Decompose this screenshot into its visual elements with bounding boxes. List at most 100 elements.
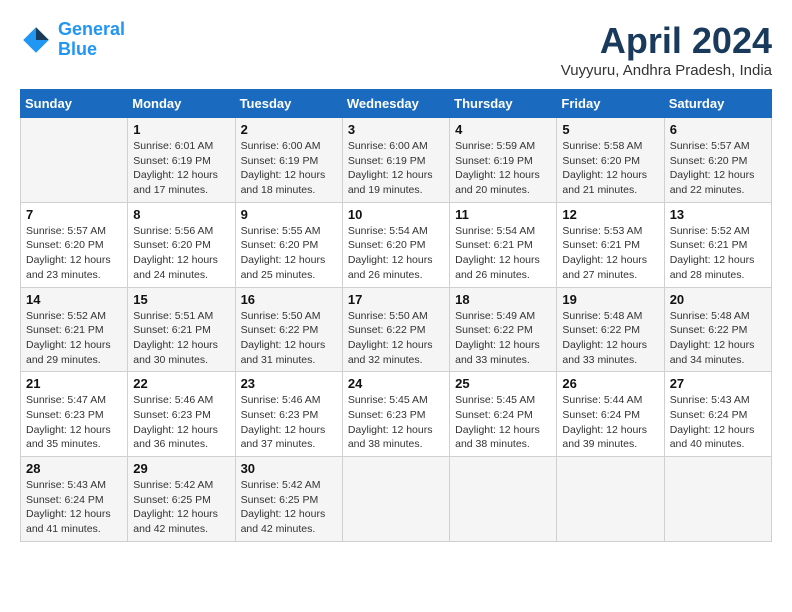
- day-number: 18: [455, 292, 551, 307]
- calendar-cell: 22Sunrise: 5:46 AMSunset: 6:23 PMDayligh…: [128, 372, 235, 457]
- day-info: Sunrise: 5:52 AMSunset: 6:21 PMDaylight:…: [26, 309, 122, 368]
- day-number: 14: [26, 292, 122, 307]
- day-number: 11: [455, 207, 551, 222]
- logo-icon: [20, 24, 52, 56]
- week-row-3: 14 Sunrise: 5:52 AMSunset: 6:21 PMDayligh…: [21, 287, 772, 372]
- day-info: Sunrise: 5:46 AMSunset: 6:23 PMDaylight:…: [241, 393, 337, 452]
- calendar-cell: 12 Sunrise: 5:53 AMSunset: 6:21 PMDayligh…: [557, 202, 664, 287]
- day-number: 7: [26, 207, 122, 222]
- day-info: Sunrise: 5:54 AMSunset: 6:20 PMDaylight:…: [348, 224, 444, 283]
- day-number: 8: [133, 207, 229, 222]
- calendar-cell: 19 Sunrise: 5:48 AMSunset: 6:22 PMDayligh…: [557, 287, 664, 372]
- day-info: Sunrise: 5:59 AMSunset: 6:19 PMDaylight:…: [455, 139, 551, 198]
- day-info: Sunrise: 5:45 AMSunset: 6:24 PMDaylight:…: [455, 393, 551, 452]
- week-row-5: 28Sunrise: 5:43 AMSunset: 6:24 PMDayligh…: [21, 457, 772, 542]
- day-number: 25: [455, 376, 551, 391]
- day-info: Sunrise: 6:00 AMSunset: 6:19 PMDaylight:…: [241, 139, 337, 198]
- day-number: 23: [241, 376, 337, 391]
- column-header-wednesday: Wednesday: [342, 90, 449, 118]
- day-info: Sunrise: 5:52 AMSunset: 6:21 PMDaylight:…: [670, 224, 766, 283]
- day-info: Sunrise: 5:43 AMSunset: 6:24 PMDaylight:…: [670, 393, 766, 452]
- calendar-cell: 1Sunrise: 6:01 AMSunset: 6:19 PMDaylight…: [128, 118, 235, 203]
- calendar-cell: 8 Sunrise: 5:56 AMSunset: 6:20 PMDaylight…: [128, 202, 235, 287]
- calendar-cell: 27 Sunrise: 5:43 AMSunset: 6:24 PMDayligh…: [664, 372, 771, 457]
- calendar-cell: 6Sunrise: 5:57 AMSunset: 6:20 PMDaylight…: [664, 118, 771, 203]
- day-number: 2: [241, 122, 337, 137]
- column-header-saturday: Saturday: [664, 90, 771, 118]
- day-number: 10: [348, 207, 444, 222]
- calendar-cell: 16 Sunrise: 5:50 AMSunset: 6:22 PMDayligh…: [235, 287, 342, 372]
- day-number: 13: [670, 207, 766, 222]
- day-number: 29: [133, 461, 229, 476]
- month-title: April 2024: [561, 20, 772, 62]
- day-info: Sunrise: 5:44 AMSunset: 6:24 PMDaylight:…: [562, 393, 658, 452]
- column-header-monday: Monday: [128, 90, 235, 118]
- calendar-cell: 2 Sunrise: 6:00 AMSunset: 6:19 PMDaylight…: [235, 118, 342, 203]
- calendar-cell: 3Sunrise: 6:00 AMSunset: 6:19 PMDaylight…: [342, 118, 449, 203]
- day-number: 26: [562, 376, 658, 391]
- location: Vuyyuru, Andhra Pradesh, India: [561, 62, 772, 79]
- calendar-cell: 14 Sunrise: 5:52 AMSunset: 6:21 PMDayligh…: [21, 287, 128, 372]
- column-header-friday: Friday: [557, 90, 664, 118]
- day-info: Sunrise: 5:58 AMSunset: 6:20 PMDaylight:…: [562, 139, 658, 198]
- calendar-cell: [557, 457, 664, 542]
- calendar-cell: 21Sunrise: 5:47 AMSunset: 6:23 PMDayligh…: [21, 372, 128, 457]
- calendar-table: SundayMondayTuesdayWednesdayThursdayFrid…: [20, 89, 772, 542]
- week-row-4: 21Sunrise: 5:47 AMSunset: 6:23 PMDayligh…: [21, 372, 772, 457]
- day-info: Sunrise: 5:42 AMSunset: 6:25 PMDaylight:…: [133, 478, 229, 537]
- day-number: 15: [133, 292, 229, 307]
- column-header-sunday: Sunday: [21, 90, 128, 118]
- day-info: Sunrise: 5:49 AMSunset: 6:22 PMDaylight:…: [455, 309, 551, 368]
- day-info: Sunrise: 5:56 AMSunset: 6:20 PMDaylight:…: [133, 224, 229, 283]
- day-info: Sunrise: 5:42 AMSunset: 6:25 PMDaylight:…: [241, 478, 337, 537]
- calendar-cell: 26 Sunrise: 5:44 AMSunset: 6:24 PMDayligh…: [557, 372, 664, 457]
- day-info: Sunrise: 6:00 AMSunset: 6:19 PMDaylight:…: [348, 139, 444, 198]
- day-number: 19: [562, 292, 658, 307]
- calendar-cell: 11Sunrise: 5:54 AMSunset: 6:21 PMDayligh…: [450, 202, 557, 287]
- calendar-cell: 29 Sunrise: 5:42 AMSunset: 6:25 PMDayligh…: [128, 457, 235, 542]
- day-number: 5: [562, 122, 658, 137]
- day-number: 21: [26, 376, 122, 391]
- day-info: Sunrise: 5:53 AMSunset: 6:21 PMDaylight:…: [562, 224, 658, 283]
- page-header: General Blue April 2024 Vuyyuru, Andhra …: [20, 20, 772, 79]
- day-number: 4: [455, 122, 551, 137]
- calendar-cell: 30 Sunrise: 5:42 AMSunset: 6:25 PMDayligh…: [235, 457, 342, 542]
- column-header-thursday: Thursday: [450, 90, 557, 118]
- day-number: 9: [241, 207, 337, 222]
- week-row-2: 7Sunrise: 5:57 AMSunset: 6:20 PMDaylight…: [21, 202, 772, 287]
- day-number: 27: [670, 376, 766, 391]
- calendar-cell: 28Sunrise: 5:43 AMSunset: 6:24 PMDayligh…: [21, 457, 128, 542]
- calendar-cell: 4 Sunrise: 5:59 AMSunset: 6:19 PMDaylight…: [450, 118, 557, 203]
- day-info: Sunrise: 5:48 AMSunset: 6:22 PMDaylight:…: [562, 309, 658, 368]
- day-info: Sunrise: 5:57 AMSunset: 6:20 PMDaylight:…: [670, 139, 766, 198]
- day-number: 24: [348, 376, 444, 391]
- day-info: Sunrise: 5:43 AMSunset: 6:24 PMDaylight:…: [26, 478, 122, 537]
- calendar-cell: 10 Sunrise: 5:54 AMSunset: 6:20 PMDayligh…: [342, 202, 449, 287]
- calendar-cell: [664, 457, 771, 542]
- day-number: 1: [133, 122, 229, 137]
- logo-line1: General: [58, 19, 125, 39]
- day-info: Sunrise: 5:50 AMSunset: 6:22 PMDaylight:…: [241, 309, 337, 368]
- logo-line2: Blue: [58, 39, 97, 59]
- logo-text: General Blue: [58, 20, 125, 60]
- calendar-cell: 9Sunrise: 5:55 AMSunset: 6:20 PMDaylight…: [235, 202, 342, 287]
- calendar-header-row: SundayMondayTuesdayWednesdayThursdayFrid…: [21, 90, 772, 118]
- logo: General Blue: [20, 20, 125, 60]
- day-info: Sunrise: 5:48 AMSunset: 6:22 PMDaylight:…: [670, 309, 766, 368]
- column-header-tuesday: Tuesday: [235, 90, 342, 118]
- calendar-cell: 17Sunrise: 5:50 AMSunset: 6:22 PMDayligh…: [342, 287, 449, 372]
- day-number: 16: [241, 292, 337, 307]
- week-row-1: 1Sunrise: 6:01 AMSunset: 6:19 PMDaylight…: [21, 118, 772, 203]
- calendar-cell: 20Sunrise: 5:48 AMSunset: 6:22 PMDayligh…: [664, 287, 771, 372]
- calendar-cell: 24Sunrise: 5:45 AMSunset: 6:23 PMDayligh…: [342, 372, 449, 457]
- day-info: Sunrise: 5:51 AMSunset: 6:21 PMDaylight:…: [133, 309, 229, 368]
- calendar-cell: 15 Sunrise: 5:51 AMSunset: 6:21 PMDayligh…: [128, 287, 235, 372]
- calendar-cell: 18 Sunrise: 5:49 AMSunset: 6:22 PMDayligh…: [450, 287, 557, 372]
- day-number: 12: [562, 207, 658, 222]
- calendar-cell: 25 Sunrise: 5:45 AMSunset: 6:24 PMDayligh…: [450, 372, 557, 457]
- day-number: 30: [241, 461, 337, 476]
- calendar-cell: [450, 457, 557, 542]
- calendar-cell: 23 Sunrise: 5:46 AMSunset: 6:23 PMDayligh…: [235, 372, 342, 457]
- day-info: Sunrise: 5:50 AMSunset: 6:22 PMDaylight:…: [348, 309, 444, 368]
- calendar-cell: 5 Sunrise: 5:58 AMSunset: 6:20 PMDaylight…: [557, 118, 664, 203]
